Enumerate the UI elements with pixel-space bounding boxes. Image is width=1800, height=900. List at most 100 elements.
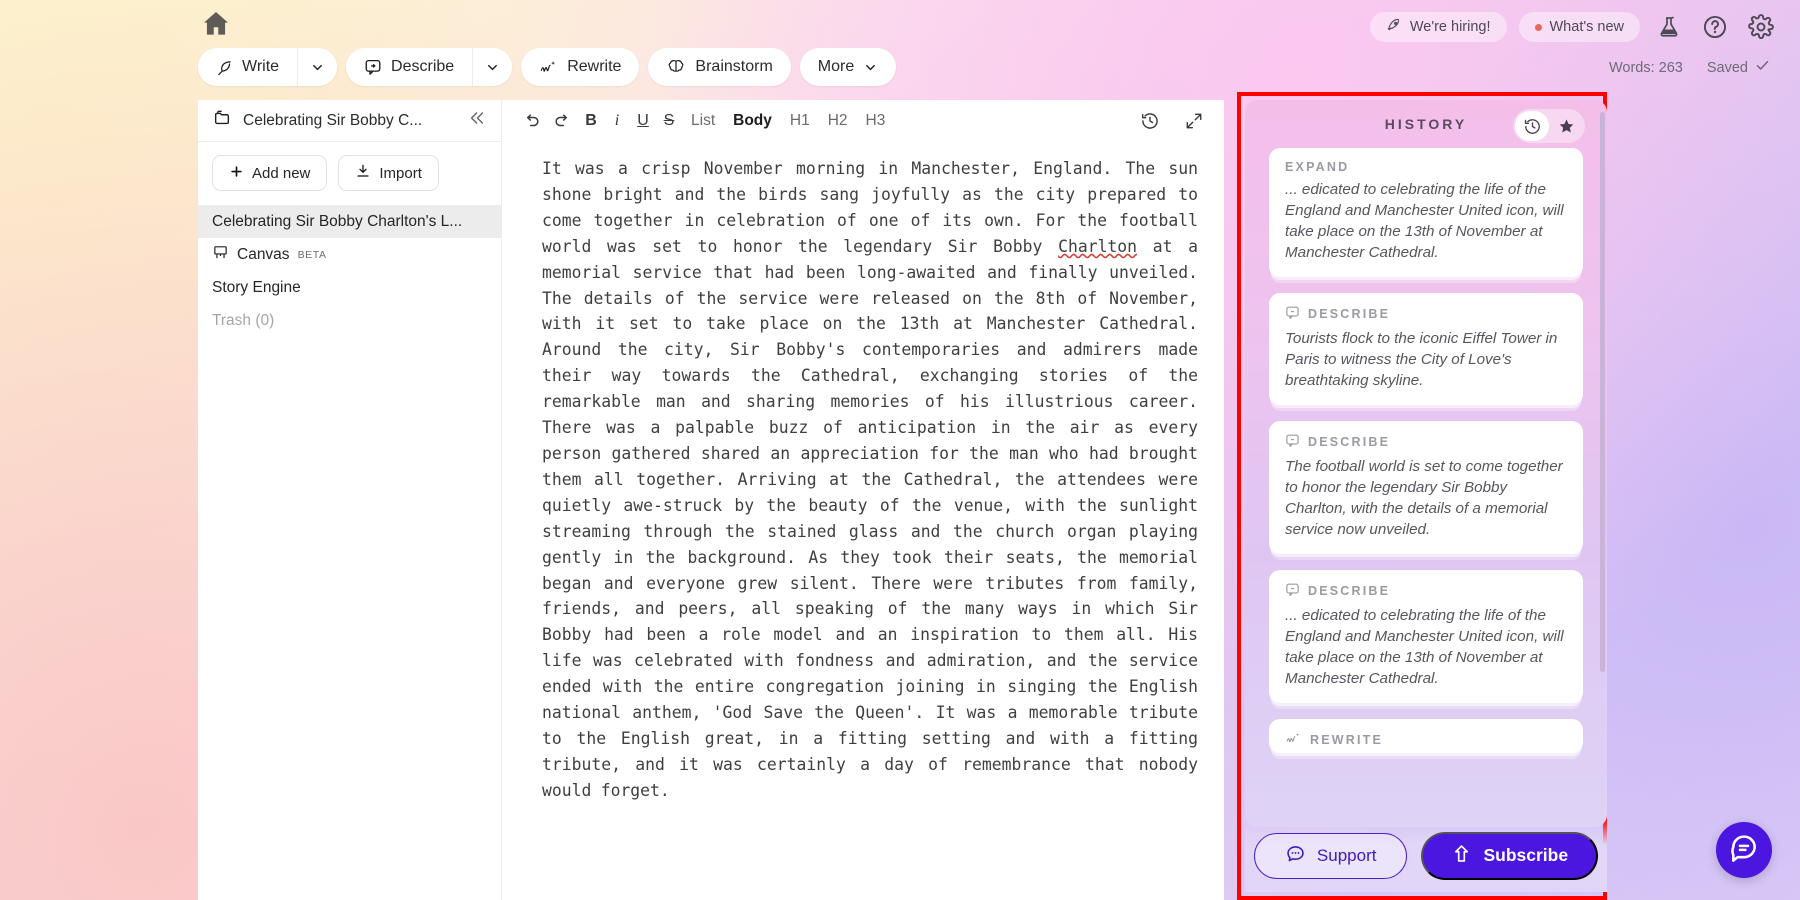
sidebar-header: Celebrating Sir Bobby C... [198,100,501,142]
subscribe-label: Subscribe [1483,845,1568,866]
chat-bubble-icon [1728,832,1760,869]
strikethrough-button[interactable]: S [656,106,682,136]
history-card-type-label: DESCRIBE [1308,307,1390,321]
sidebar-item-label: Canvas [237,246,290,264]
history-card-type: EXPAND [1285,160,1567,174]
brainstorm-label: Brainstorm [695,58,772,76]
red-dot-icon [1535,24,1542,31]
history-panel: HISTORY EXPAND ... edicat [1245,100,1607,827]
help-circle-icon[interactable] [1698,10,1732,44]
up-arrow-icon [1451,843,1472,869]
history-card-type: DESCRIBE [1285,433,1567,451]
sidebar-item-document[interactable]: Celebrating Sir Bobby Charlton's L... [198,205,501,238]
history-card-type-label: EXPAND [1285,160,1349,174]
support-label: Support [1317,846,1377,866]
status-row: Words: 263 Saved [1609,58,1770,77]
rocket-icon [1386,17,1402,37]
left-sidebar: Celebrating Sir Bobby C... Add new Impor… [198,100,501,900]
sidebar-item-story-engine[interactable]: Story Engine [198,271,501,304]
chat-dots-icon [1285,843,1306,869]
describe-button[interactable]: Describe [346,48,472,86]
whats-new-chip[interactable]: What's new [1519,12,1641,42]
sidebar-item-canvas[interactable]: Canvas BETA [198,238,501,271]
history-scrollbar[interactable] [1600,112,1605,672]
write-button[interactable]: Write [198,48,297,86]
history-card[interactable]: REWRITE [1269,719,1583,753]
write-label: Write [242,58,279,76]
describe-caret-icon[interactable] [472,48,512,86]
misspelled-word: Charlton [1058,237,1137,258]
tool-row: Write Describe [198,48,896,86]
rewrite-sparkle-icon [1285,731,1302,749]
history-title: HISTORY [1385,116,1467,132]
add-new-button[interactable]: Add new [212,155,327,191]
clock-history-icon[interactable] [1515,111,1549,141]
document-text-after: at a memorial service that had been long… [542,237,1198,800]
italic-button[interactable]: i [604,106,630,136]
clock-history-icon[interactable] [1134,106,1166,136]
history-card[interactable]: DESCRIBE ... edicated to celebrating the… [1269,570,1583,703]
flask-icon[interactable] [1652,10,1686,44]
chevron-down-icon [863,60,878,75]
star-icon[interactable] [1549,111,1583,141]
rewrite-label: Rewrite [567,58,621,76]
sidebar-list: Celebrating Sir Bobby Charlton's L... Ca… [198,201,501,337]
gear-icon[interactable] [1744,10,1778,44]
history-card[interactable]: DESCRIBE The football world is set to co… [1269,421,1583,554]
history-card[interactable]: EXPAND ... edicated to celebrating the l… [1269,148,1583,277]
history-card-text: ... edicated to celebrating the life of … [1285,179,1567,263]
easel-icon [212,244,229,266]
describe-bubble-icon [364,58,382,76]
list-button[interactable]: List [682,106,724,136]
history-card[interactable]: DESCRIBE Tourists flock to the iconic Ei… [1269,293,1583,405]
history-card-type-label: REWRITE [1310,733,1383,747]
history-footer: Support Subscribe [1245,819,1607,892]
describe-tool-group[interactable]: Describe [346,48,512,86]
rewrite-sparkle-icon [539,59,558,76]
sidebar-item-trash[interactable]: Trash (0) [198,304,501,337]
more-button[interactable]: More [800,48,896,86]
write-caret-icon[interactable] [297,48,337,86]
import-button[interactable]: Import [338,155,439,191]
history-card-text: The football world is set to come togeth… [1285,456,1567,540]
folder-icon [212,108,232,133]
save-state: Saved [1707,58,1770,77]
body-style-button[interactable]: Body [724,106,781,136]
chat-fab-button[interactable] [1716,822,1772,878]
h1-button[interactable]: H1 [781,106,819,136]
expand-diagonal-icon[interactable] [1178,106,1210,136]
underline-button[interactable]: U [630,106,656,136]
undo-icon[interactable] [516,106,547,136]
sidebar-actions: Add new Import [198,142,501,201]
we-are-hiring-chip[interactable]: We're hiring! [1370,12,1507,42]
subscribe-button[interactable]: Subscribe [1421,832,1598,880]
history-card-text: Tourists flock to the iconic Eiffel Towe… [1285,328,1567,391]
home-icon[interactable] [200,8,232,40]
rewrite-button[interactable]: Rewrite [521,48,639,86]
import-download-icon [355,163,371,183]
history-card-type: DESCRIBE [1285,582,1567,600]
word-count: Words: 263 [1609,60,1683,76]
we-are-hiring-label: We're hiring! [1410,19,1491,35]
document-text[interactable]: It was a crisp November morning in Manch… [502,142,1224,804]
bold-button[interactable]: B [578,106,604,136]
sidebar-item-label: Story Engine [212,279,301,297]
history-card-type: DESCRIBE [1285,305,1567,323]
history-panel-highlight: HISTORY EXPAND ... edicat [1237,92,1607,900]
history-view-toggle[interactable] [1513,109,1585,143]
plus-icon [229,164,244,183]
support-button[interactable]: Support [1254,833,1408,879]
brainstorm-button[interactable]: Brainstorm [648,48,790,86]
describe-bubble-icon [1285,433,1300,451]
editor-toolbar: B i U S List Body H1 H2 H3 [502,100,1224,142]
h3-button[interactable]: H3 [857,106,895,136]
write-tool-group[interactable]: Write [198,48,337,86]
check-icon [1755,58,1770,77]
whats-new-label: What's new [1550,19,1625,35]
history-card-list[interactable]: EXPAND ... edicated to celebrating the l… [1255,148,1597,820]
redo-icon[interactable] [547,106,578,136]
chevrons-left-icon[interactable] [467,108,487,133]
history-card-type: REWRITE [1285,731,1567,749]
h2-button[interactable]: H2 [819,106,857,136]
more-label: More [818,58,854,76]
